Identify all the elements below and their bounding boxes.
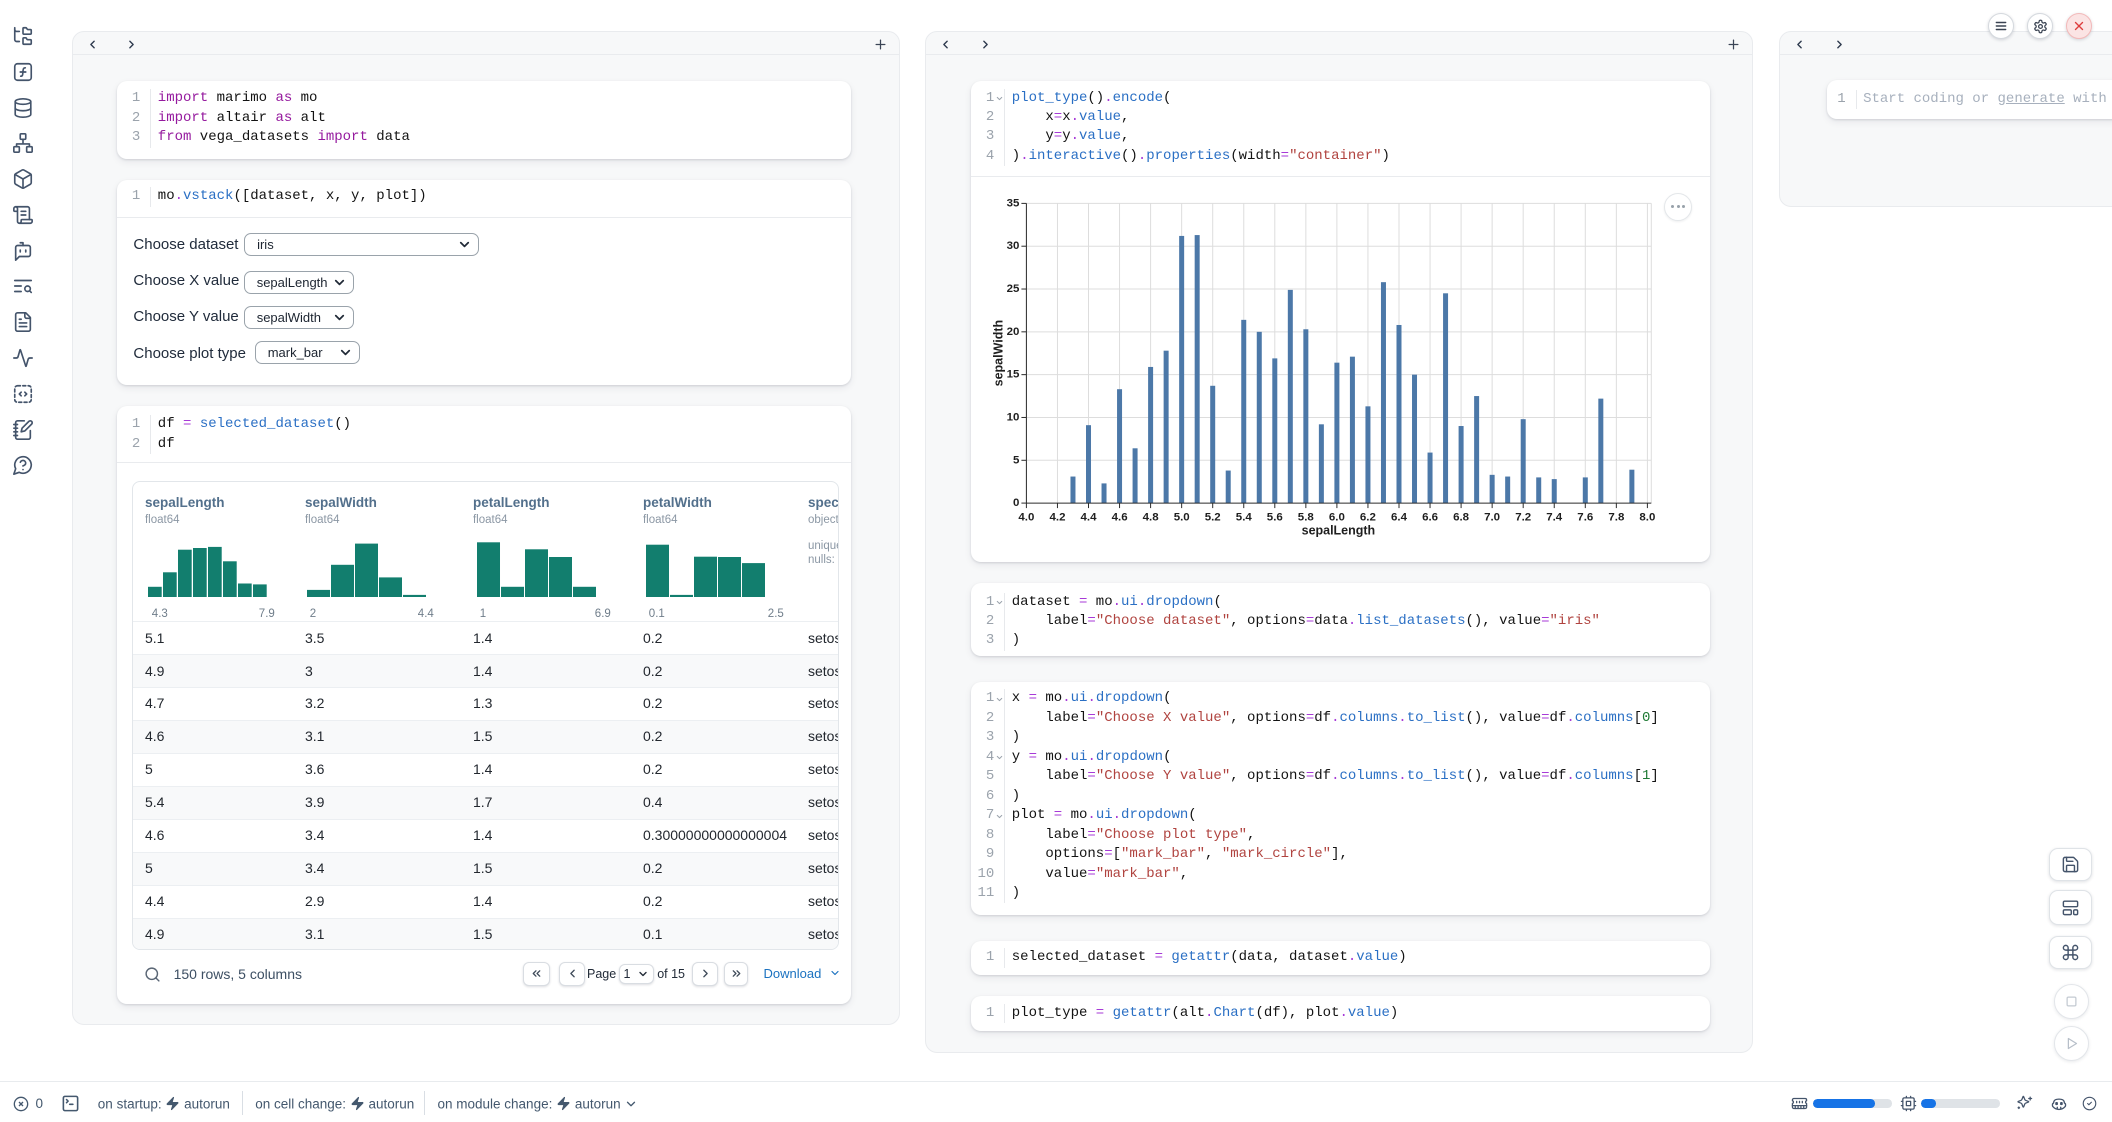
svg-text:6.0: 6.0 — [1329, 511, 1345, 523]
svg-text:5.4: 5.4 — [1236, 511, 1253, 523]
svg-text:4.4: 4.4 — [1081, 511, 1098, 523]
svg-text:5.6: 5.6 — [1267, 511, 1283, 523]
svg-text:5.2: 5.2 — [1205, 511, 1221, 523]
svg-text:5: 5 — [1013, 454, 1020, 466]
svg-text:7.0: 7.0 — [1484, 511, 1500, 523]
svg-text:10: 10 — [1007, 411, 1020, 423]
svg-text:0: 0 — [1013, 497, 1019, 509]
svg-text:7.6: 7.6 — [1577, 511, 1593, 523]
svg-text:4.8: 4.8 — [1143, 511, 1160, 523]
svg-text:5.0: 5.0 — [1174, 511, 1190, 523]
svg-text:7.4: 7.4 — [1546, 511, 1563, 523]
svg-text:sepalLength: sepalLength — [1302, 523, 1376, 537]
svg-text:25: 25 — [1007, 283, 1020, 295]
svg-text:20: 20 — [1007, 326, 1020, 338]
svg-text:35: 35 — [1007, 197, 1020, 209]
svg-text:4.0: 4.0 — [1018, 511, 1034, 523]
svg-text:sepalWidth: sepalWidth — [991, 320, 1005, 386]
svg-text:6.4: 6.4 — [1391, 511, 1408, 523]
svg-text:6.2: 6.2 — [1360, 511, 1376, 523]
svg-text:6.8: 6.8 — [1453, 511, 1470, 523]
svg-text:15: 15 — [1007, 369, 1020, 381]
svg-text:7.2: 7.2 — [1515, 511, 1531, 523]
svg-text:8.0: 8.0 — [1639, 511, 1655, 523]
svg-text:4.2: 4.2 — [1050, 511, 1066, 523]
svg-text:6.6: 6.6 — [1422, 511, 1438, 523]
svg-text:30: 30 — [1007, 240, 1020, 252]
svg-text:4.6: 4.6 — [1112, 511, 1128, 523]
svg-text:5.8: 5.8 — [1298, 511, 1315, 523]
svg-text:7.8: 7.8 — [1608, 511, 1625, 523]
